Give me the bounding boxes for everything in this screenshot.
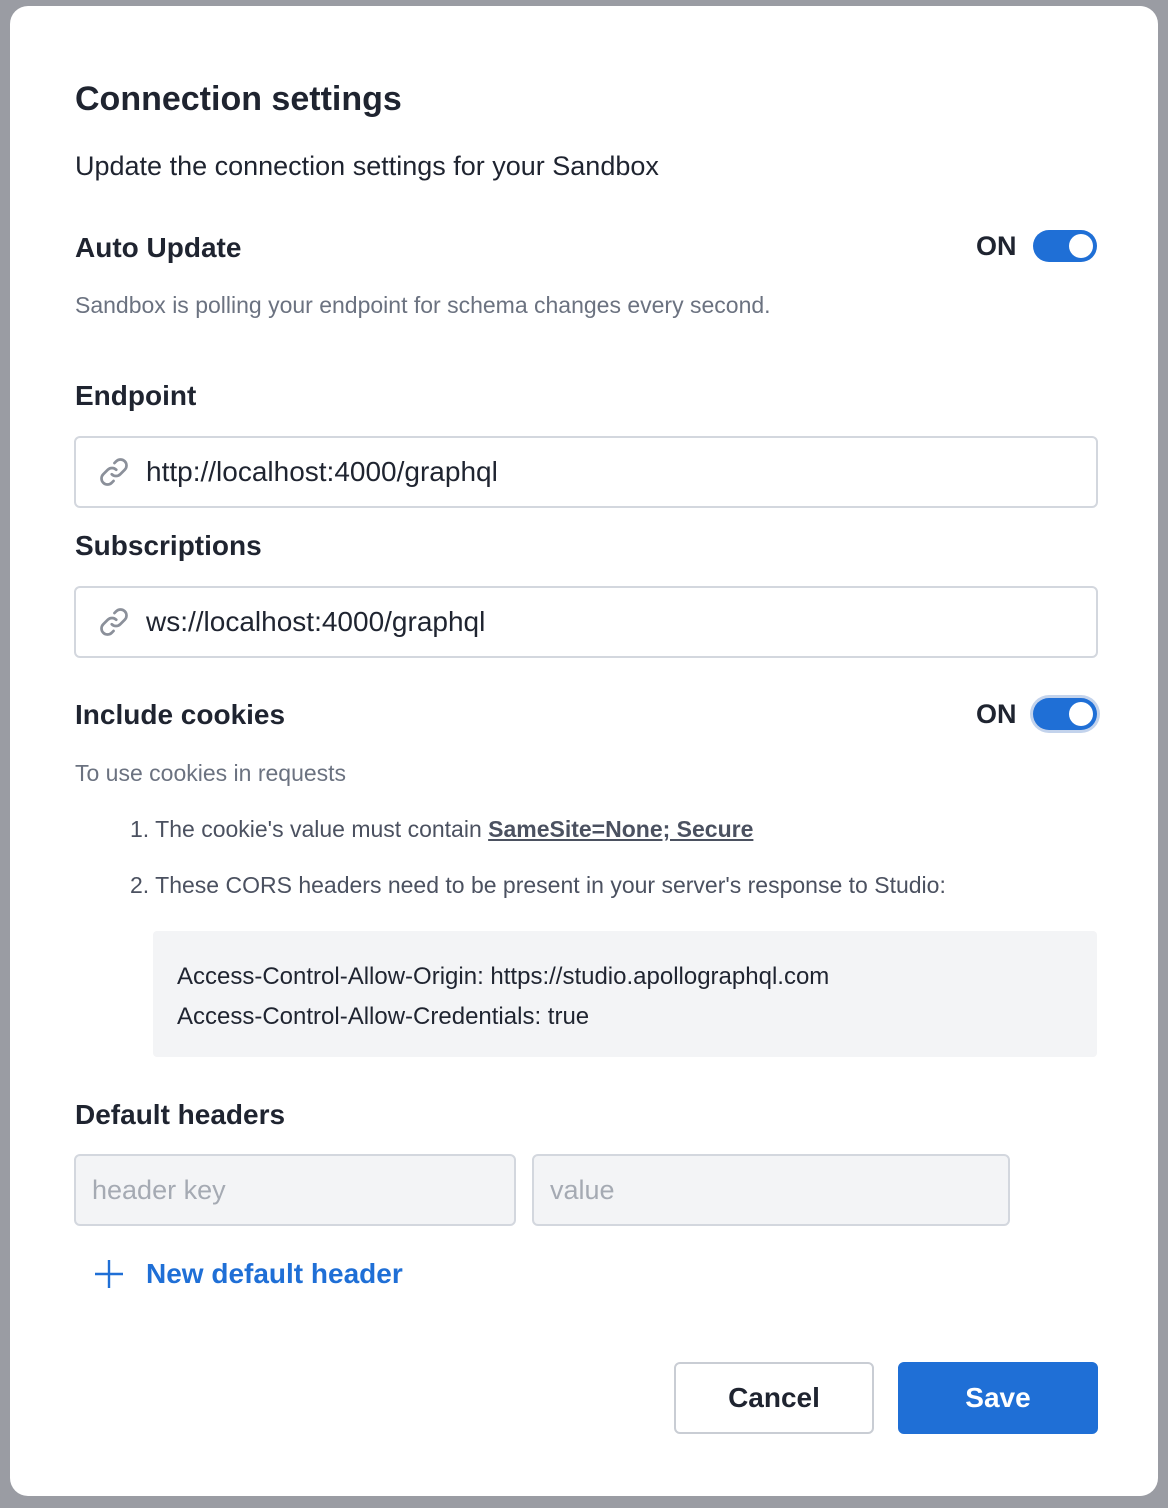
- include-cookies-toggle[interactable]: [1032, 698, 1097, 730]
- dialog-subtitle: Update the connection settings for your …: [75, 151, 659, 181]
- cancel-button[interactable]: Cancel: [674, 1362, 874, 1434]
- connection-settings-dialog: Connection settings Update the connectio…: [10, 6, 1158, 1496]
- plus-icon: [95, 1260, 123, 1288]
- step-number: 2.: [130, 872, 150, 898]
- dialog-title: Connection settings: [75, 80, 402, 118]
- auto-update-description: Sandbox is polling your endpoint for sch…: [75, 292, 771, 318]
- code-line: Access-Control-Allow-Credentials: true: [177, 1003, 590, 1030]
- subscriptions-input[interactable]: [146, 606, 1046, 638]
- step-number: 1.: [130, 816, 150, 842]
- include-cookies-state: ON: [976, 698, 1017, 729]
- default-headers-label: Default headers: [75, 1099, 286, 1130]
- cookie-step-1: 1. The cookie's value must contain SameS…: [130, 813, 753, 845]
- save-button[interactable]: Save: [898, 1362, 1098, 1434]
- step-text: The cookie's value must contain: [155, 816, 489, 842]
- cookies-intro: To use cookies in requests: [75, 760, 347, 786]
- link-icon: [100, 608, 128, 636]
- link-icon: [100, 458, 128, 486]
- subscriptions-label: Subscriptions: [75, 530, 262, 561]
- code-line: Access-Control-Allow-Origin: https://stu…: [177, 963, 830, 990]
- auto-update-toggle-group: ON: [976, 230, 1097, 262]
- step-text: These CORS headers need to be present in…: [155, 872, 946, 898]
- toggle-knob: [1068, 234, 1093, 258]
- auto-update-state: ON: [976, 230, 1017, 261]
- header-key-input[interactable]: [74, 1154, 516, 1226]
- endpoint-label: Endpoint: [75, 380, 197, 411]
- cookie-step-2: 2. These CORS headers need to be present…: [130, 869, 946, 901]
- include-cookies-label: Include cookies: [75, 699, 286, 730]
- cors-headers-code: Access-Control-Allow-Origin: https://stu…: [153, 931, 1097, 1057]
- toggle-knob: [1068, 702, 1093, 726]
- subscriptions-field[interactable]: [74, 586, 1098, 658]
- endpoint-field[interactable]: [74, 436, 1098, 508]
- new-default-header-button[interactable]: New default header: [94, 1258, 403, 1290]
- include-cookies-toggle-group: ON: [976, 698, 1097, 730]
- auto-update-label: Auto Update: [75, 232, 242, 263]
- endpoint-input[interactable]: [146, 456, 1046, 488]
- new-default-header-label: New default header: [146, 1258, 403, 1289]
- auto-update-toggle[interactable]: [1032, 230, 1097, 262]
- header-value-input[interactable]: [532, 1154, 1010, 1226]
- samesite-link[interactable]: SameSite=None; Secure: [488, 816, 753, 842]
